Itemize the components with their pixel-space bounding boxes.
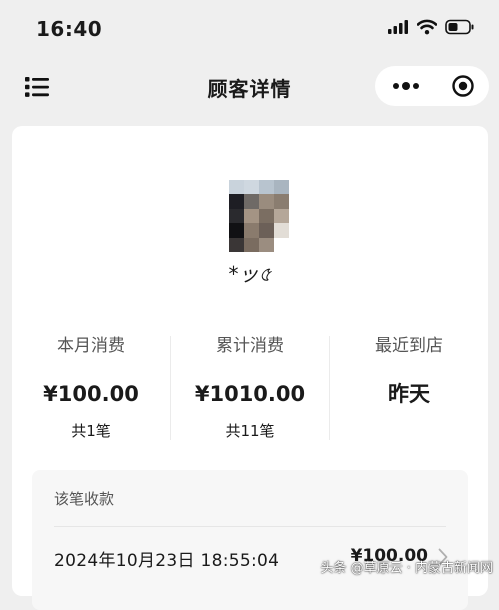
nav-bar: 顾客详情 [0,60,499,114]
signal-icon [387,19,409,39]
customer-nickname: *ッ৫ [228,262,272,286]
stat-last-visit: 最近到店 昨天 [330,334,488,408]
target-icon[interactable] [451,74,475,102]
mini-program-capsule [375,66,489,106]
stat-value: ¥100.00 [43,382,139,406]
more-dots-icon[interactable] [391,78,421,98]
stat-value: 昨天 [388,382,430,406]
battery-icon [445,19,475,39]
stats-row: 本月消费 ¥100.00 共1笔 累计消费 ¥1010.00 共11笔 最近到店… [12,334,488,444]
receipt-title: 该笔收款 [54,490,115,508]
stat-count: 共11笔 [225,422,275,440]
stat-count: 共1笔 [71,422,111,440]
status-bar: 16:40 [0,0,499,58]
status-time: 16:40 [36,17,103,41]
wifi-icon [416,19,438,39]
watermark: 头条 @草原云 · 内蒙古新闻网 [320,561,493,576]
stat-label: 累计消费 [216,336,284,356]
customer-card: *ッ৫ 本月消费 ¥100.00 共1笔 累计消费 ¥1010.00 共11笔 … [12,126,488,610]
stat-month: 本月消费 ¥100.00 共1笔 [12,334,170,442]
stat-value: ¥1010.00 [194,382,306,406]
avatar [229,180,289,252]
receipt-card[interactable]: 该笔收款 2024年10月23日 18:55:04 ¥100.00 [32,470,468,610]
stat-label: 最近到店 [375,336,443,356]
stat-total: 累计消费 ¥1010.00 共11笔 [171,334,329,442]
status-icons [387,19,475,39]
stat-label: 本月消费 [57,336,125,356]
receipt-time: 2024年10月23日 18:55:04 [54,551,280,571]
divider [54,526,446,527]
